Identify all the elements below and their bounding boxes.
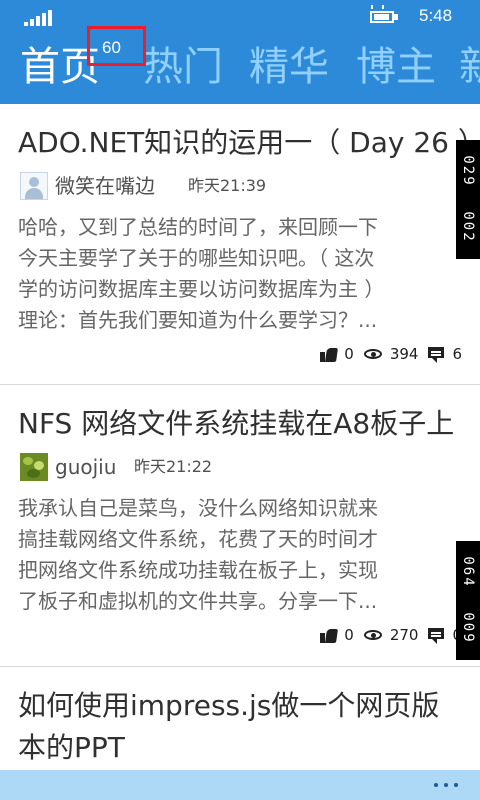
avatar-leaf <box>23 457 33 465</box>
post-title[interactable]: ADO.NET知识的运用一（ Day 26 ） <box>18 122 480 164</box>
summary-line: 了板子和虚拟机的文件共享。分享一下... <box>18 589 378 613</box>
post-title[interactable]: NFS 网络文件系统挂载在A8板子上 <box>18 403 462 445</box>
status-time: 5:48 <box>419 6 453 25</box>
signal-strength-icon <box>24 10 56 26</box>
tab-featured[interactable]: 精华 <box>249 38 329 96</box>
signal-bar <box>30 19 34 26</box>
view-count: 394 <box>389 345 419 363</box>
comment-lines <box>431 632 442 634</box>
like-count: 0 <box>344 345 354 363</box>
side-marker-second: 002 <box>460 211 476 243</box>
mobile-blog-app: 5:48 首页 热门 精华 博主 新 60 ADO.NET知识的运用一（ Day… <box>0 0 480 800</box>
signal-bar <box>42 13 46 26</box>
eye-icon <box>363 347 384 361</box>
signal-bar <box>48 10 52 26</box>
summary-line: 我承认自己是菜鸟，没什么网络知识就来 <box>18 496 378 520</box>
tab-new-partial[interactable]: 新 <box>459 38 480 96</box>
side-marker-label: 064 009 <box>456 541 480 660</box>
eye-icon <box>363 628 384 642</box>
comment-icon <box>428 627 446 644</box>
post-time: 昨天21:39 <box>188 176 267 195</box>
summary-line: 今天主要学了关于的哪些知识吧。（ 这次 <box>18 246 375 270</box>
bottom-app-bar <box>0 770 480 800</box>
green-photo-avatar-icon[interactable] <box>20 453 48 481</box>
summary-line: 学的访问数据库主要以访问数据库为主 ） <box>18 277 385 301</box>
avatar-leaf <box>27 469 40 478</box>
view-count: 270 <box>389 626 419 644</box>
post-time: 昨天21:22 <box>134 457 213 476</box>
default-user-avatar-icon[interactable] <box>20 172 48 200</box>
battery-charging-icon <box>370 5 400 24</box>
post-summary[interactable]: 哈哈，又到了总结的时间了，来回顾一下 今天主要学了关于的哪些知识吧。（ 这次 学… <box>18 212 464 336</box>
post-card[interactable]: ADO.NET知识的运用一（ Day 26 ） 微笑在嘴边 昨天21:39 哈哈… <box>0 104 480 385</box>
post-card[interactable]: 如何使用impress.js做一个网页版本的PPT <box>0 667 480 770</box>
tab-hot[interactable]: 热门 <box>143 38 223 96</box>
battery-cap <box>394 14 398 20</box>
post-card[interactable]: NFS 网络文件系统挂载在A8板子上 guojiu 昨天21:22 我承认自己是… <box>0 385 480 667</box>
comment-icon <box>428 346 446 363</box>
side-marker-second: 009 <box>460 612 476 644</box>
like-count: 0 <box>344 626 354 644</box>
post-summary[interactable]: 我承认自己是菜鸟，没什么网络知识就来 搞挂载网络文件系统，花费了天的时间才 把网… <box>18 493 464 617</box>
more-dots-icon[interactable] <box>434 783 458 787</box>
post-feed[interactable]: ADO.NET知识的运用一（ Day 26 ） 微笑在嘴边 昨天21:39 哈哈… <box>0 104 480 770</box>
thumbs-up-icon <box>320 346 338 362</box>
avatar-body <box>25 188 43 199</box>
summary-line: 理论：首先我们要知道为什么要学习？... <box>18 308 378 332</box>
charging-plug-icon <box>371 5 384 9</box>
side-marker-first: 029 <box>460 155 476 187</box>
signal-bar <box>36 16 40 26</box>
summary-line: 搞挂载网络文件系统，花费了天的时间才 <box>18 527 378 551</box>
avatar-head <box>29 177 39 187</box>
status-bar: 5:48 <box>0 0 480 32</box>
dot <box>434 783 438 787</box>
category-pivot-header: 首页 热门 精华 博主 新 <box>0 32 480 104</box>
battery-level <box>374 14 389 20</box>
dot <box>454 783 458 787</box>
thumbs-up-icon <box>320 627 338 643</box>
marker-label: 60 <box>102 38 121 57</box>
author-name[interactable]: 微笑在嘴边 <box>55 172 155 200</box>
tab-bloggers[interactable]: 博主 <box>356 38 436 96</box>
side-marker-label: 029 002 <box>456 140 480 259</box>
summary-line: 把网络文件系统成功挂载在板子上，实现 <box>18 558 378 582</box>
post-stats: 0 394 6 <box>320 342 462 366</box>
author-name[interactable]: guojiu <box>55 453 116 481</box>
summary-line: 哈哈，又到了总结的时间了，来回顾一下 <box>18 215 378 239</box>
signal-bar <box>24 22 28 26</box>
post-stats: 0 270 0 <box>320 623 462 647</box>
comment-lines <box>431 351 442 353</box>
dot <box>444 783 448 787</box>
post-title[interactable]: 如何使用impress.js做一个网页版本的PPT <box>18 685 462 769</box>
side-marker-first: 064 <box>460 556 476 588</box>
comment-count: 6 <box>452 345 462 363</box>
